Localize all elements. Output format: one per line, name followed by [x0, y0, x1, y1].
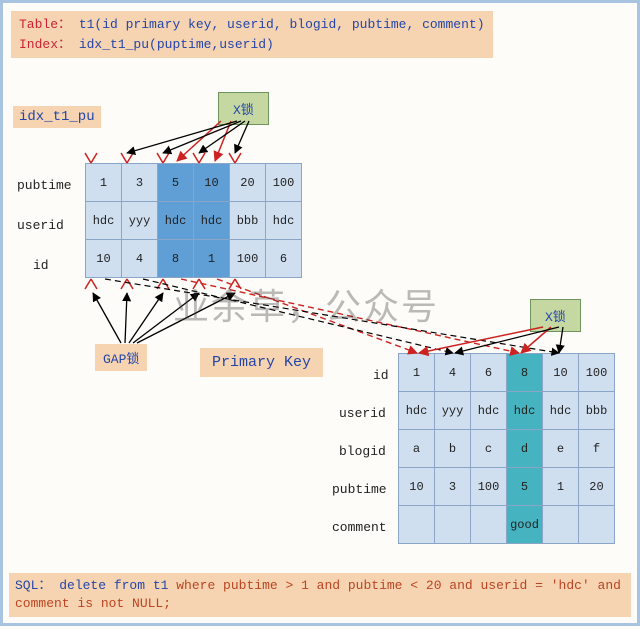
- table-def: t1(id primary key, userid, blogid, pubti…: [79, 17, 485, 32]
- index-label: Index：: [19, 37, 71, 52]
- table-row: hdc yyy hdc hdc bbb hdc: [86, 202, 302, 240]
- pk-row-label: userid: [339, 406, 386, 421]
- xlock-label-2: X锁: [530, 299, 581, 332]
- primary-key-label: Primary Key: [200, 348, 323, 377]
- primary-key-table: 146810100 hdcyyyhdchdchdcbbb abcdef 1031…: [398, 353, 615, 544]
- pk-row-label: id: [373, 368, 389, 383]
- table-row: good: [399, 506, 615, 544]
- table-row: hdcyyyhdchdchdcbbb: [399, 392, 615, 430]
- table-row: 1031005120: [399, 468, 615, 506]
- gap-lock-label: GAP锁: [95, 344, 147, 371]
- schema-header: Table： t1(id primary key, userid, blogid…: [11, 11, 493, 58]
- pk-row-label: pubtime: [332, 482, 387, 497]
- table-row: 1 3 5 10 20 100: [86, 164, 302, 202]
- table-label: Table：: [19, 17, 71, 32]
- index-table: 1 3 5 10 20 100 hdc yyy hdc hdc bbb hdc …: [85, 163, 302, 278]
- sql-statement: SQL： delete from t1 where pubtime > 1 an…: [9, 573, 631, 617]
- pk-row-label: blogid: [339, 444, 386, 459]
- index-def: idx_t1_pu(puptime,userid): [79, 37, 274, 52]
- table-row: abcdef: [399, 430, 615, 468]
- idx-row-label: id: [33, 258, 49, 273]
- table-row: 10 4 8 1 100 6: [86, 240, 302, 278]
- idx-row-label: userid: [17, 218, 64, 233]
- xlock-label-1: X锁: [218, 92, 269, 125]
- index-name-box: idx_t1_pu: [13, 106, 101, 128]
- sql-prefix: SQL：: [15, 578, 51, 593]
- pk-row-label: comment: [332, 520, 387, 535]
- idx-row-label: pubtime: [17, 178, 72, 193]
- sql-stmt: delete from t1: [59, 578, 176, 593]
- watermark: 业余草，公众号: [173, 278, 439, 330]
- table-row: 146810100: [399, 354, 615, 392]
